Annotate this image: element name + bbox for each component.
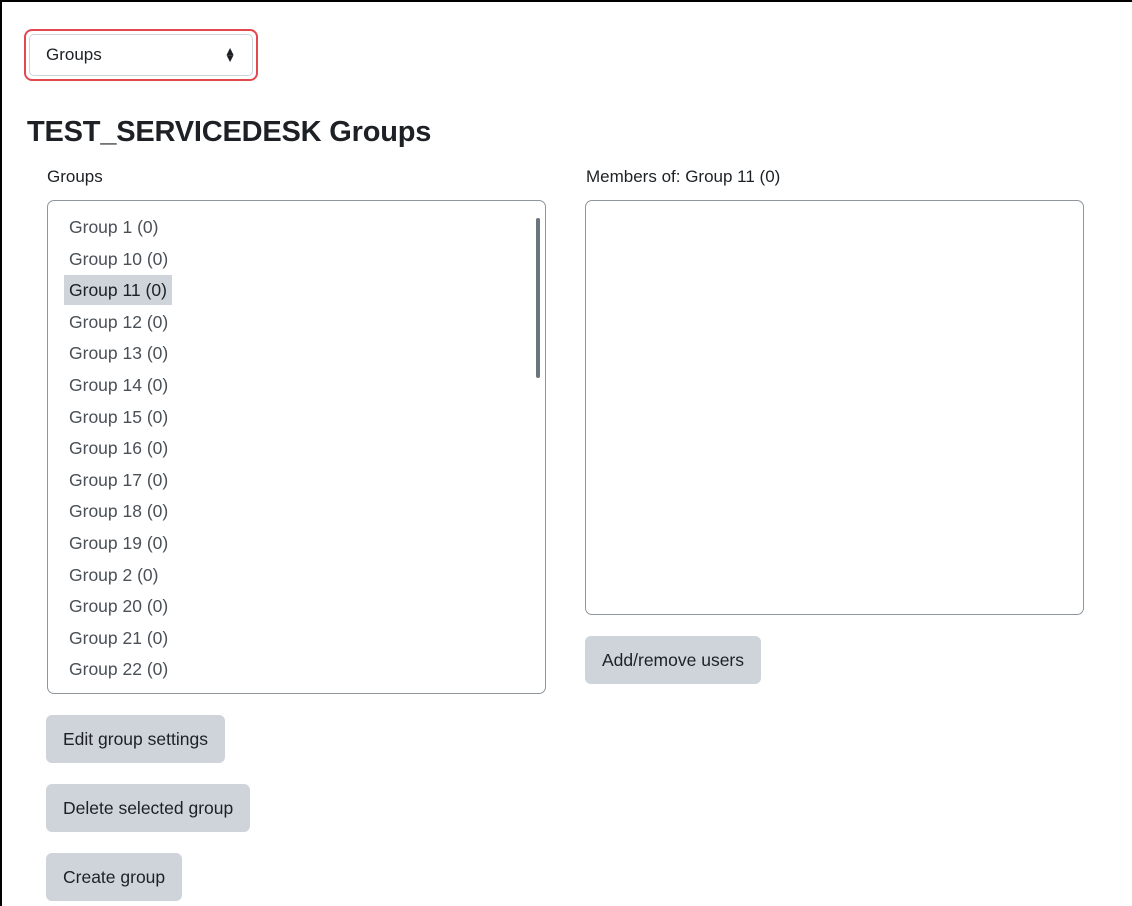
create-group-button[interactable]: Create group — [46, 853, 183, 901]
group-option[interactable]: Group 21 (0) — [64, 623, 173, 653]
group-option[interactable]: Group 15 (0) — [64, 402, 173, 432]
group-option[interactable]: Group 18 (0) — [64, 496, 173, 526]
page-title: TEST_SERVICEDESK Groups — [27, 116, 432, 148]
add-remove-users-button[interactable]: Add/remove users — [585, 636, 762, 684]
group-option[interactable]: Group 1 (0) — [64, 212, 163, 242]
members-listbox[interactable] — [585, 200, 1084, 615]
group-option[interactable]: Group 12 (0) — [64, 307, 173, 337]
sort-arrows-icon: ▲ ▼ — [224, 44, 236, 65]
delete-selected-group-button[interactable]: Delete selected group — [46, 784, 251, 832]
group-option[interactable]: Group 11 (0) — [64, 275, 172, 306]
group-option[interactable]: Group 19 (0) — [64, 528, 173, 558]
group-option[interactable]: Group 2 (0) — [64, 560, 163, 590]
highlight-box: Groups ▲ ▼ — [24, 29, 258, 81]
edit-group-settings-button[interactable]: Edit group settings — [46, 715, 225, 763]
group-option[interactable]: Group 22 (0) — [64, 654, 173, 684]
groups-list-scrollbar[interactable] — [536, 218, 540, 378]
groups-view-select-value: Groups — [46, 45, 102, 64]
groups-view-select[interactable]: Groups ▲ ▼ — [29, 34, 253, 76]
group-option[interactable]: Group 17 (0) — [64, 465, 173, 495]
group-option[interactable]: Group 10 (0) — [64, 244, 173, 274]
group-option[interactable]: Group 16 (0) — [64, 433, 173, 463]
members-list-label: Members of: Group 11 (0) — [586, 167, 781, 186]
group-option[interactable]: Group 13 (0) — [64, 338, 173, 368]
groups-list-label: Groups — [47, 167, 103, 186]
group-option[interactable]: Group 20 (0) — [64, 591, 173, 621]
group-option[interactable]: Group 14 (0) — [64, 370, 173, 400]
groups-listbox[interactable]: Group 1 (0) Group 10 (0) Group 11 (0) Group… — [47, 200, 546, 694]
